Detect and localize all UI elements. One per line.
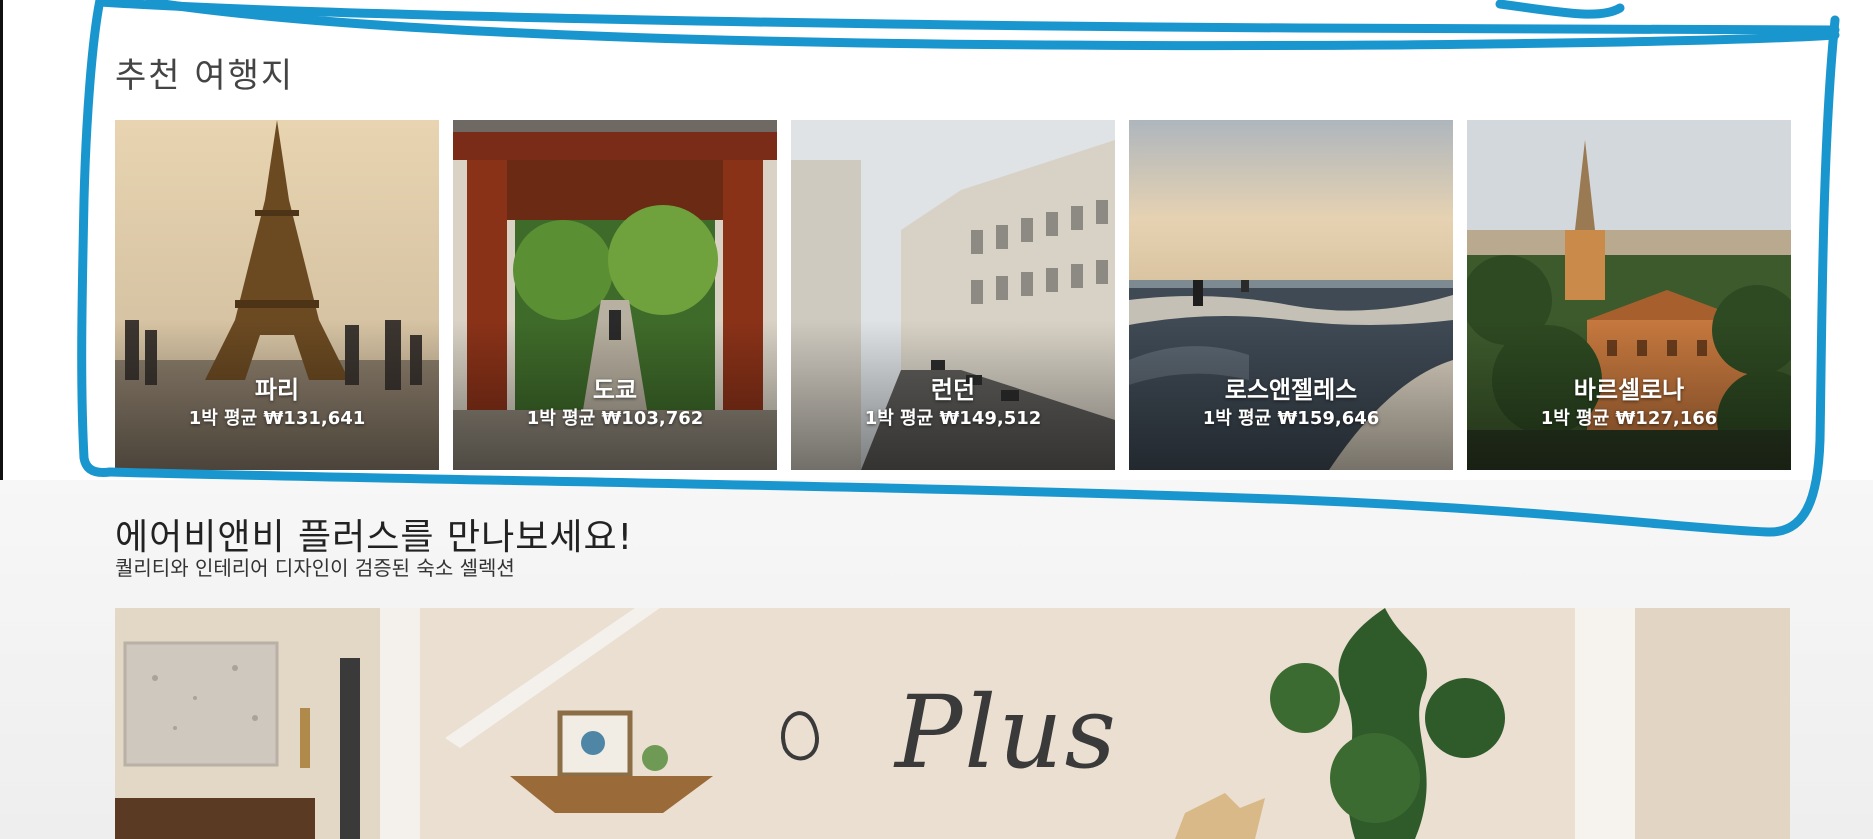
destination-price: 1박 평균 ₩127,166 [1540, 408, 1718, 429]
destination-price: 1박 평균 ₩131,641 [188, 408, 366, 429]
destination-card-tokyo[interactable]: 도쿄 1박 평균 ₩103,762 [453, 120, 777, 470]
destination-card-barcelona[interactable]: 바르셀로나 1박 평균 ₩127,166 [1467, 120, 1791, 470]
destination-price: 1박 평균 ₩149,512 [864, 408, 1042, 429]
destination-price: 1박 평균 ₩103,762 [526, 408, 704, 429]
destination-card-los-angeles[interactable]: 로스앤젤레스 1박 평균 ₩159,646 [1129, 120, 1453, 470]
destination-name: 도쿄 [592, 376, 638, 404]
destination-name: 바르셀로나 [1573, 376, 1685, 404]
destination-card-paris[interactable]: 파리 1박 평균 ₩131,641 [115, 120, 439, 470]
destination-card-london[interactable]: 런던 1박 평균 ₩149,512 [791, 120, 1115, 470]
plus-logo-text: Plus [895, 674, 1118, 791]
destination-name: 로스앤젤레스 [1224, 376, 1358, 404]
destination-card-list: 파리 1박 평균 ₩131,641 도쿄 1박 평균 ₩103,762 런던 1… [115, 120, 1791, 470]
destination-name: 런던 [930, 376, 976, 404]
destination-price: 1박 평균 ₩159,646 [1202, 408, 1380, 429]
destination-name: 파리 [254, 376, 300, 404]
plus-banner[interactable]: Plus [115, 608, 1790, 839]
plus-section-subtitle: 퀄리티와 인테리어 디자인이 검증된 숙소 셀렉션 [115, 556, 515, 580]
recommended-section-title: 추천 여행지 [115, 56, 295, 96]
